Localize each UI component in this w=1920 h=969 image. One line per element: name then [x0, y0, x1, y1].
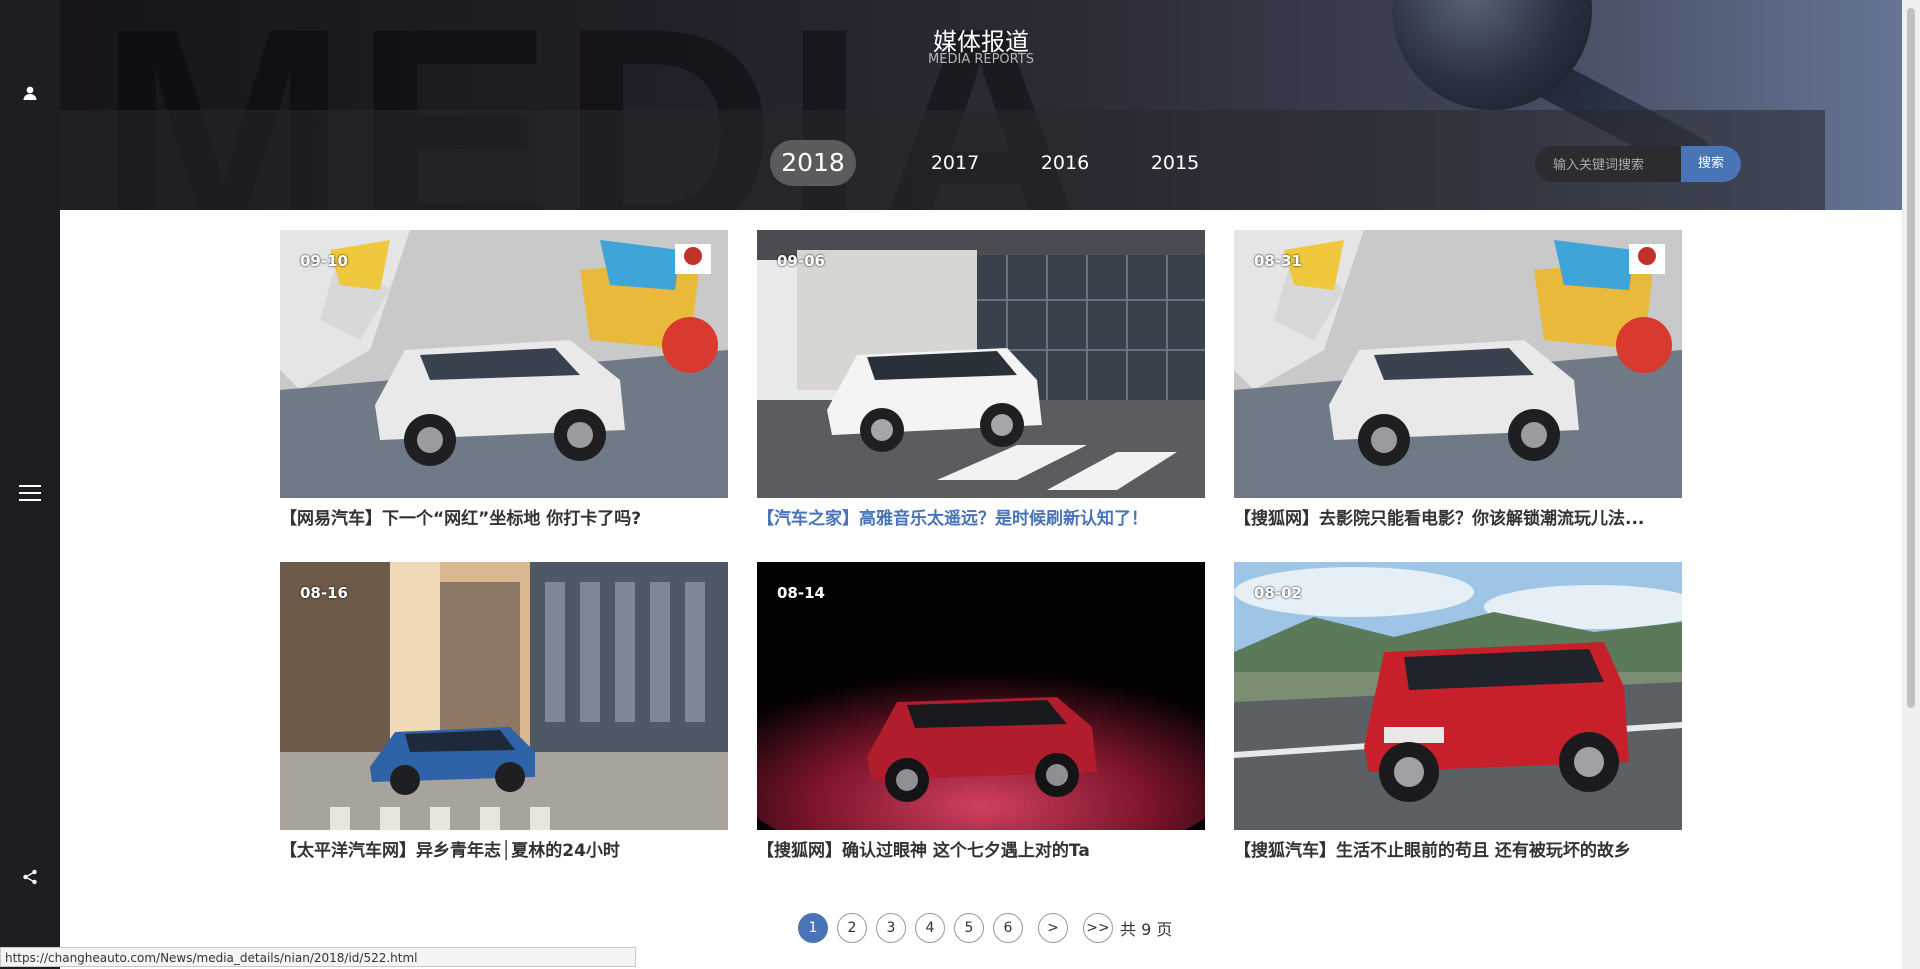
card-image-red-smoke-suv[interactable]: 08-14 — [757, 562, 1205, 830]
card-date: 09-10 — [300, 252, 348, 270]
page-2-button[interactable]: 2 — [837, 913, 867, 943]
news-card[interactable]: 08-16 【太平洋汽车网】异乡青年志│夏林的24小时 — [280, 562, 728, 861]
last-page-button[interactable]: >> — [1083, 913, 1113, 943]
vertical-scrollbar[interactable] — [1902, 0, 1920, 969]
page-3-button[interactable]: 3 — [876, 913, 906, 943]
total-pages-label: 共 9 页 — [1120, 920, 1173, 939]
menu-icon[interactable] — [0, 473, 60, 513]
page-subtitle: MEDIA REPORTS — [928, 52, 1034, 67]
page-6-button[interactable]: 6 — [993, 913, 1023, 943]
news-card[interactable]: 08-02 【搜狐汽车】生活不止眼前的苟且 还有被玩坏的故乡 — [1234, 562, 1682, 861]
next-page-button[interactable]: > — [1038, 913, 1068, 943]
year-tab-2017[interactable]: 2017 — [920, 140, 990, 186]
page-4-button[interactable]: 4 — [915, 913, 945, 943]
scrollbar-thumb[interactable] — [1907, 8, 1915, 708]
left-sidebar — [0, 0, 60, 969]
search-input[interactable] — [1535, 146, 1703, 182]
card-image-graffiti-suv[interactable]: 08-31 — [1234, 230, 1682, 498]
card-title[interactable]: 【网易汽车】下一个“网红”坐标地 你打卡了吗? — [280, 504, 728, 529]
card-image-building-suv[interactable]: 09-06 — [757, 230, 1205, 498]
card-title[interactable]: 【汽车之家】高雅音乐太遥远？是时候刷新认知了！ — [757, 504, 1205, 529]
share-icon[interactable] — [0, 857, 60, 897]
card-title[interactable]: 【太平洋汽车网】异乡青年志│夏林的24小时 — [280, 836, 728, 861]
pagination: 1 2 3 4 5 6 > >> 共 9 页 — [798, 913, 1172, 943]
card-date: 08-14 — [777, 584, 825, 602]
user-icon[interactable] — [0, 73, 60, 113]
card-date: 08-16 — [300, 584, 348, 602]
card-image-city-blue-suv[interactable]: 08-16 — [280, 562, 728, 830]
card-title[interactable]: 【搜狐汽车】生活不止眼前的苟且 还有被玩坏的故乡 — [1234, 836, 1682, 861]
year-tab-2016[interactable]: 2016 — [1030, 140, 1100, 186]
card-title[interactable]: 【搜狐网】去影院只能看电影？你该解锁潮流玩儿法... — [1234, 504, 1682, 529]
page-5-button[interactable]: 5 — [954, 913, 984, 943]
card-date: 08-31 — [1254, 252, 1302, 270]
card-date: 08-02 — [1254, 584, 1302, 602]
page-1-button[interactable]: 1 — [798, 913, 828, 943]
card-title[interactable]: 【搜狐网】确认过眼神 这个七夕遇上对的Ta — [757, 836, 1205, 861]
news-card[interactable]: 09-10 【网易汽车】下一个“网红”坐标地 你打卡了吗? — [280, 230, 728, 529]
card-image-graffiti-suv[interactable]: 09-10 — [280, 230, 728, 498]
card-image-road-red-suv[interactable]: 08-02 — [1234, 562, 1682, 830]
news-card[interactable]: 08-31 【搜狐网】去影院只能看电影？你该解锁潮流玩儿法... — [1234, 230, 1682, 529]
hero-banner: MEDIA 媒体报道 MEDIA REPORTS 2018 2017 2016 … — [60, 0, 1902, 210]
news-card[interactable]: 09-06 【汽车之家】高雅音乐太遥远？是时候刷新认知了！ — [757, 230, 1205, 529]
news-card[interactable]: 08-14 【搜狐网】确认过眼神 这个七夕遇上对的Ta — [757, 562, 1205, 861]
year-tab-2018[interactable]: 2018 — [770, 140, 856, 186]
search-box: 搜索 — [1535, 146, 1741, 182]
search-button[interactable]: 搜索 — [1681, 146, 1741, 182]
card-date: 09-06 — [777, 252, 825, 270]
browser-status-url: https://changheauto.com/News/media_detai… — [0, 947, 636, 967]
year-tab-2015[interactable]: 2015 — [1140, 140, 1210, 186]
